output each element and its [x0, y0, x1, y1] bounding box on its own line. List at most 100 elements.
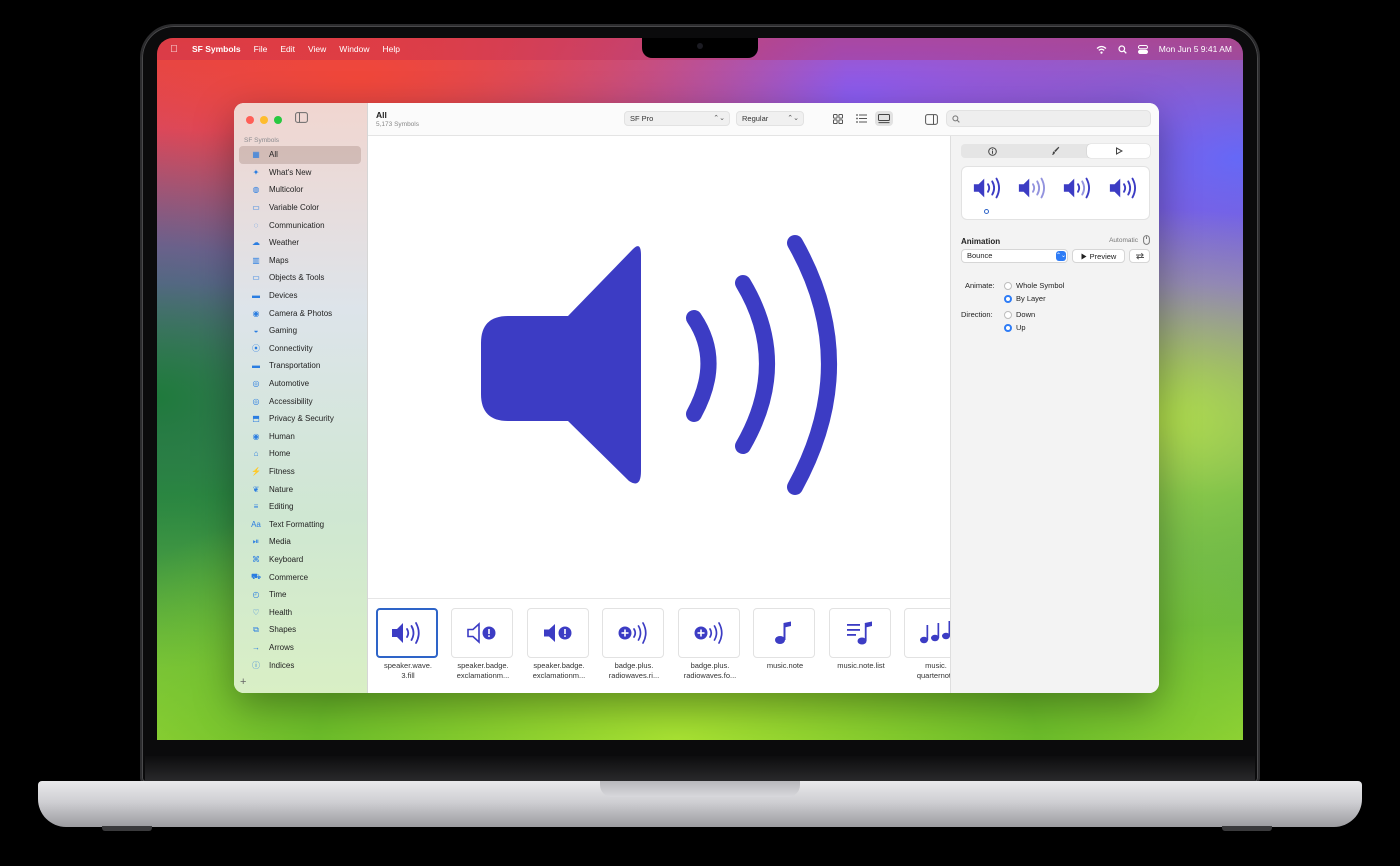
square-on-square-icon: ⧉ — [253, 624, 259, 634]
wifi-icon[interactable] — [1096, 45, 1107, 54]
radio-by-layer[interactable] — [1004, 294, 1012, 303]
sidebar-item-indices[interactable]: ⓘ Indices — [239, 656, 361, 674]
sidebar-item-maps[interactable]: ▥ Maps — [239, 252, 361, 270]
sidebar-item-gaming[interactable]: ◒ Gaming — [239, 322, 361, 340]
sidebar-item-accessibility[interactable]: ◎ Accessibility — [239, 392, 361, 410]
sidebar-item-automotive[interactable]: ◎ Automotive — [239, 375, 361, 393]
sidebar-item-label: Weather — [269, 238, 300, 248]
sidebar-item-all[interactable]: ▦ All — [239, 146, 361, 164]
weight-popup[interactable]: Regular ⌃⌄ — [736, 111, 804, 126]
symbol-tile-box — [753, 608, 815, 658]
symbol-tile[interactable]: music.note.list — [829, 608, 893, 671]
speaker-wave-3-fill-icon — [973, 177, 1000, 199]
symbol-tile[interactable]: badge.plus. radiowaves.ri... — [602, 608, 666, 681]
sidebar-item-devices[interactable]: ▬ Devices — [239, 287, 361, 305]
symbol-tile[interactable]: speaker.wave. 3.fill — [376, 608, 440, 681]
preview-button[interactable]: Preview — [1072, 249, 1125, 263]
close-button[interactable] — [246, 116, 254, 124]
inspector-panel: Animation Automatic Bounce ⌃⌄ Preview An… — [950, 136, 1159, 693]
sidebar-item-objects-tools[interactable]: ▭ Objects & Tools — [239, 269, 361, 287]
menu-view[interactable]: View — [308, 44, 326, 54]
repeat-icon — [1135, 252, 1144, 260]
gallery-view-icon — [878, 113, 890, 123]
textformat-icon: Aa — [251, 519, 261, 529]
sidebar-item-transportation[interactable]: ▬ Transportation — [239, 357, 361, 375]
sidebar-item-time[interactable]: ◴ Time — [239, 586, 361, 604]
font-popup-value: SF Pro — [630, 114, 654, 123]
menu-edit[interactable]: Edit — [280, 44, 295, 54]
sidebar-item-commerce[interactable]: ⛟ Commerce — [239, 568, 361, 586]
radio-label: By Layer — [1016, 294, 1046, 303]
symbol-tile-label: music.note — [766, 661, 804, 670]
sidebar-item-variable-color[interactable]: ▭ Variable Color — [239, 199, 361, 217]
minimize-button[interactable] — [260, 116, 268, 124]
radio-down[interactable] — [1004, 310, 1012, 319]
sidebar-item-health[interactable]: ♡ Health — [239, 603, 361, 621]
sidebar-item-weather[interactable]: ☁ Weather — [239, 234, 361, 252]
repeat-button[interactable] — [1129, 249, 1150, 263]
radio-whole-symbol[interactable] — [1004, 281, 1012, 290]
symbol-tile-box — [829, 608, 891, 658]
sidebar-item-connectivity[interactable]: ⦿ Connectivity — [239, 340, 361, 358]
timeline-dot[interactable] — [984, 209, 989, 214]
search-icon[interactable] — [1118, 44, 1127, 54]
tab-rendering[interactable] — [1024, 144, 1087, 158]
control-center-icon[interactable] — [1137, 44, 1148, 54]
menu-window[interactable]: Window — [339, 44, 369, 54]
sidebar-toggle-icon[interactable] — [295, 112, 308, 123]
list-view-button[interactable] — [852, 111, 870, 126]
speaker-wave-3-fill-icon — [1063, 177, 1090, 199]
tab-info[interactable] — [961, 144, 1024, 158]
mouse-icon[interactable] — [1143, 235, 1150, 245]
animate-option-whole-symbol[interactable]: Whole Symbol — [1004, 281, 1064, 290]
tab-animation[interactable] — [1087, 144, 1150, 158]
inspector-tabs — [961, 144, 1150, 158]
sidebar-item-camera-photos[interactable]: ◉ Camera & Photos — [239, 304, 361, 322]
sidebar-item-label: Time — [269, 590, 287, 600]
symbol-tile[interactable]: badge.plus. radiowaves.fo... — [678, 608, 742, 681]
sidebar-item-fitness[interactable]: ⚡ Fitness — [239, 463, 361, 481]
add-collection-button[interactable]: + — [240, 676, 246, 688]
slider-horizontal-icon: ≡ — [253, 502, 259, 512]
arrow-right-icon: → — [252, 642, 260, 652]
symbol-tile-label: badge.plus. radiowaves.ri... — [608, 661, 660, 680]
sidebar-item-text-formatting[interactable]: Aa Text Formatting — [239, 515, 361, 533]
apple-logo-icon[interactable]:  — [169, 44, 179, 55]
search-field[interactable] — [946, 110, 1151, 127]
play-icon — [1115, 147, 1123, 155]
font-popup[interactable]: SF Pro ⌃⌄ — [624, 111, 730, 126]
sidebar-item-multicolor[interactable]: ◍ Multicolor — [239, 181, 361, 199]
animation-effect-select[interactable]: Bounce ⌃⌄ — [961, 249, 1068, 263]
gallery-view-button[interactable] — [875, 111, 893, 126]
symbol-tile[interactable]: speaker.badge. exclamationm... — [527, 608, 591, 681]
symbol-tile-label: speaker.badge. exclamationm... — [532, 661, 586, 680]
sidebar-item-keyboard[interactable]: ⌘ Keyboard — [239, 551, 361, 569]
laptop-foot-right — [1222, 826, 1272, 831]
menu-app-name[interactable]: SF Symbols — [192, 44, 241, 54]
inspector-toggle-icon[interactable] — [925, 114, 938, 125]
zoom-button[interactable] — [274, 116, 282, 124]
menu-help[interactable]: Help — [383, 44, 400, 54]
grid-view-button[interactable] — [829, 111, 847, 126]
animation-preview-box — [961, 166, 1150, 220]
direction-option-up[interactable]: Up — [1004, 323, 1026, 332]
symbol-tile[interactable]: music. quarternote — [904, 608, 950, 681]
sidebar-item-home[interactable]: ⌂ Home — [239, 445, 361, 463]
sidebar-item-privacy-security[interactable]: ⬒ Privacy & Security — [239, 410, 361, 428]
sidebar-item-editing[interactable]: ≡ Editing — [239, 498, 361, 516]
menu-file[interactable]: File — [254, 44, 268, 54]
car-icon: ▬ — [252, 361, 260, 371]
sidebar-item-communication[interactable]: ◌ Communication — [239, 216, 361, 234]
sidebar-item-what-s-new[interactable]: ✦ What's New — [239, 164, 361, 182]
sidebar-item-nature[interactable]: ❦ Nature — [239, 480, 361, 498]
sidebar-item-shapes[interactable]: ⧉ Shapes — [239, 621, 361, 639]
sidebar-item-media[interactable]: ⏯ Media — [239, 533, 361, 551]
symbol-tile[interactable]: speaker.badge. exclamationm... — [451, 608, 515, 681]
symbol-tile[interactable]: music.note — [753, 608, 817, 671]
animate-option-by-layer[interactable]: By Layer — [1004, 294, 1046, 303]
radio-up[interactable] — [1004, 323, 1012, 332]
sidebar-item-human[interactable]: ◉ Human — [239, 428, 361, 446]
direction-option-down[interactable]: Down — [1004, 310, 1035, 319]
sidebar-item-arrows[interactable]: → Arrows — [239, 639, 361, 657]
menu-bar-clock[interactable]: Mon Jun 5 9:41 AM — [1159, 44, 1232, 54]
